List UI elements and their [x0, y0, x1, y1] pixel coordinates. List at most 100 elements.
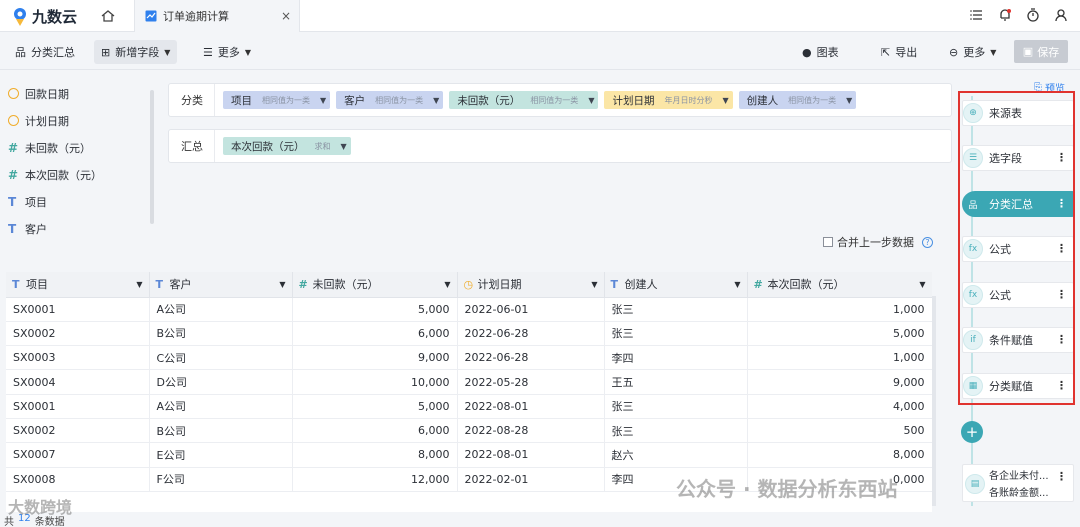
group-chip[interactable]: 客户 相同值为一类 ▼ [336, 91, 444, 109]
number-icon: # [8, 167, 19, 182]
output-label: 各账龄金额... [989, 488, 1049, 499]
export-icon: ⇱ [881, 45, 891, 59]
user-icon[interactable] [1054, 8, 1068, 22]
table-cell: 张三 [604, 297, 748, 322]
caret-down-icon[interactable]: ▼ [320, 96, 326, 105]
field-list-scrollbar[interactable] [150, 90, 154, 224]
close-icon[interactable]: × [281, 9, 291, 23]
summary-chip[interactable]: 本次回款（元） 求和 ▼ [223, 137, 351, 155]
logo-icon [14, 7, 26, 26]
chip-sub: 相同值为一类 [262, 95, 310, 105]
caret-down-icon[interactable]: ▼ [279, 280, 285, 289]
more-right-button[interactable]: ⊖ 更多 ▼ [942, 40, 1003, 64]
table-cell: 9,000 [292, 345, 458, 371]
table-row[interactable]: SX0003 C公司 9,000 2022-06-28 李四 1,000 [6, 345, 932, 371]
chart-button[interactable]: ● 图表 [795, 40, 846, 64]
table-cell: 张三 [604, 321, 748, 347]
save-button[interactable]: ▣ 保存 [1014, 40, 1068, 63]
column-header[interactable]: # 本次回款（元） ▼ [747, 272, 932, 298]
watermark-right: 公众号 · 数据分析东西站 [676, 477, 898, 501]
group-chip[interactable]: 创建人 相同值为一类 ▼ [738, 91, 857, 109]
pipeline-step-output[interactable]: ▤ 各企业未付... 各账龄金额... ⋮ [962, 464, 1074, 502]
table-cell: SX0003 [6, 345, 150, 371]
table-row[interactable]: SX0004 D公司 10,000 2022-05-28 王五 9,000 [6, 369, 932, 395]
caret-down-icon[interactable]: ▼ [136, 280, 142, 289]
caret-down-icon[interactable]: ▼ [734, 280, 740, 289]
table-cell: SX0008 [6, 467, 150, 492]
bell-icon[interactable] [998, 8, 1012, 22]
merge-checkbox[interactable] [823, 237, 833, 247]
add-field-icon: ⊞ [101, 45, 111, 59]
more-button[interactable]: ☰ 更多 ▼ [196, 40, 258, 64]
caret-down-icon[interactable]: ▼ [341, 142, 347, 151]
table-cell: 8,000 [747, 442, 932, 468]
list-icon[interactable] [970, 8, 984, 22]
table-cell: 1,000 [747, 345, 932, 371]
table-row[interactable]: SX0001 A公司 5,000 2022-08-01 张三 4,000 [6, 394, 932, 419]
caret-down-icon[interactable]: ▼ [433, 96, 439, 105]
field-item[interactable]: 回款日期 [0, 80, 160, 107]
merge-previous-option[interactable]: 合并上一步数据 ? [823, 234, 933, 250]
output-label: 各企业未付... [989, 471, 1049, 482]
app-logo[interactable]: 九数云 [12, 6, 77, 27]
column-header[interactable]: T 客户 ▼ [149, 272, 293, 298]
column-header-label: 客户 [169, 278, 192, 292]
merge-label: 合并上一步数据 [837, 236, 914, 249]
table-row[interactable]: SX0002 B公司 6,000 2022-08-28 张三 500 [6, 418, 932, 444]
column-header[interactable]: # 未回款（元） ▼ [292, 272, 458, 298]
group-chip[interactable]: 项目 相同值为一类 ▼ [223, 91, 331, 109]
field-item[interactable]: # 未回款（元） [0, 134, 160, 161]
group-chip[interactable]: 计划日期 年月日时分秒 ▼ [604, 91, 733, 109]
caret-down-icon[interactable]: ▼ [846, 96, 852, 105]
help-icon[interactable]: ? [922, 236, 933, 248]
table-row[interactable]: SX0007 E公司 8,000 2022-08-01 赵六 8,000 [6, 442, 932, 468]
field-label: 本次回款（元） [25, 168, 102, 182]
caret-down-icon: ▼ [990, 47, 997, 57]
table-row[interactable]: SX0001 A公司 5,000 2022-06-01 张三 1,000 [6, 297, 932, 322]
home-icon[interactable] [100, 8, 116, 24]
table-cell: 1,000 [747, 297, 932, 322]
caret-down-icon[interactable]: ▼ [591, 280, 597, 289]
add-step-button[interactable]: + [961, 421, 983, 443]
field-label: 计划日期 [25, 114, 69, 128]
column-header-label: 项目 [26, 278, 48, 292]
field-item[interactable]: 计划日期 [0, 107, 160, 134]
table-cell: 5,000 [747, 321, 932, 347]
tab-order-overdue[interactable]: 订单逾期计算 × [134, 0, 300, 32]
field-item[interactable]: # 本次回款（元） [0, 161, 160, 188]
caret-down-icon[interactable]: ▼ [722, 96, 728, 105]
table-cell: SX0001 [6, 394, 150, 419]
table-cell: B公司 [149, 321, 293, 347]
pipeline-highlight [958, 91, 1075, 405]
more-vertical-icon[interactable]: ⋮ [1056, 470, 1067, 483]
column-header[interactable]: T 创建人 ▼ [604, 272, 748, 298]
chip-sub: 相同值为一类 [375, 95, 424, 105]
chip-name: 计划日期 [612, 94, 655, 107]
add-field-button[interactable]: ⊞ 新增字段 ▼ [94, 40, 178, 64]
timer-icon[interactable] [1026, 8, 1040, 22]
field-type-icon: T [155, 278, 164, 292]
caret-down-icon[interactable]: ▼ [919, 280, 925, 289]
chip-name: 创建人 [746, 94, 779, 107]
table-cell: 2022-06-28 [457, 345, 605, 371]
hierarchy-icon: 品 [15, 46, 26, 59]
field-item[interactable]: T 项目 [0, 188, 160, 215]
date-icon [8, 115, 19, 126]
export-button[interactable]: ⇱ 导出 [874, 40, 924, 64]
column-header[interactable]: ◷ 计划日期 ▼ [457, 272, 605, 298]
group-summary-button[interactable]: 品 分类汇总 [8, 40, 82, 64]
table-cell: 李四 [604, 345, 748, 371]
caret-down-icon[interactable]: ▼ [444, 280, 450, 289]
group-chip[interactable]: 未回款（元） 相同值为一类 ▼ [449, 91, 599, 109]
field-type-icon: ◷ [463, 278, 474, 292]
table-cell: SX0002 [6, 321, 150, 347]
table-cell: 8,000 [292, 442, 458, 468]
table-scrollbar[interactable] [932, 296, 936, 506]
table-cell: 6,000 [292, 321, 458, 347]
table-cell: 2022-08-01 [457, 442, 605, 468]
field-item[interactable]: T 客户 [0, 215, 160, 242]
caret-down-icon[interactable]: ▼ [588, 96, 594, 105]
table-row[interactable]: SX0002 B公司 6,000 2022-06-28 张三 5,000 [6, 321, 932, 347]
column-header[interactable]: T 项目 ▼ [6, 272, 150, 298]
add-field-label: 新增字段 [115, 46, 160, 59]
